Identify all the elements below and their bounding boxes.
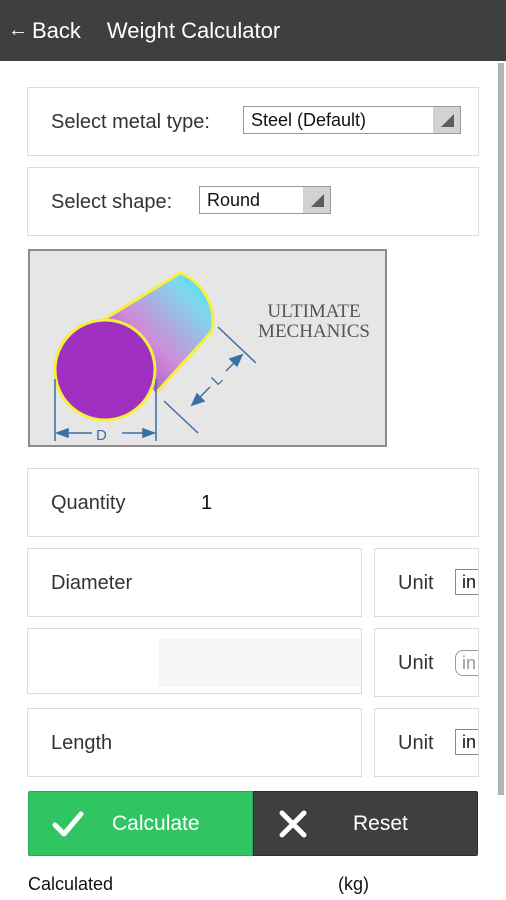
length-label: Length bbox=[51, 732, 113, 754]
secondary-unit-select[interactable]: in bbox=[455, 650, 478, 676]
shape-illustration: D L ULTIMATE MECHANICS bbox=[28, 249, 387, 447]
secondary-dimension-row bbox=[27, 628, 362, 694]
reset-button[interactable]: Reset bbox=[253, 791, 478, 856]
calculate-button[interactable]: Calculate bbox=[28, 791, 253, 856]
dim-diameter-label: D bbox=[96, 427, 107, 444]
result-unit: (kg) bbox=[338, 874, 369, 894]
diameter-unit-row: Unit in bbox=[374, 548, 479, 617]
length-input[interactable] bbox=[158, 714, 356, 771]
length-unit-select[interactable]: in bbox=[455, 729, 478, 755]
diameter-input[interactable] bbox=[158, 554, 356, 611]
round-bar-diagram: D L ULTIMATE MECHANICS bbox=[53, 271, 370, 444]
arrow-left-icon: ← bbox=[8, 19, 28, 41]
dropdown-arrow-icon bbox=[433, 107, 460, 133]
calculate-label: Calculate bbox=[112, 811, 200, 835]
diameter-unit-label: Unit bbox=[398, 572, 434, 594]
dim-length-label: L bbox=[208, 371, 226, 389]
result-label: Calculated bbox=[28, 874, 114, 894]
app-header: ← Back Weight Calculator bbox=[0, 0, 506, 61]
metal-type-label: Select metal type: bbox=[51, 111, 210, 133]
secondary-unit-label: Unit bbox=[398, 652, 434, 674]
reset-label: Reset bbox=[353, 811, 408, 835]
cylinder-body bbox=[53, 271, 215, 422]
metal-type-row: Select metal type: Steel (Default) bbox=[27, 87, 479, 156]
close-icon bbox=[279, 810, 307, 838]
brand-line1: ULTIMATE bbox=[267, 301, 360, 322]
length-unit-row: Unit in bbox=[374, 708, 479, 777]
shape-row: Select shape: Round bbox=[27, 167, 479, 236]
metal-type-select[interactable]: Steel (Default) bbox=[243, 106, 461, 134]
shape-label: Select shape: bbox=[51, 191, 173, 213]
secondary-unit-row: Unit in bbox=[374, 628, 479, 697]
dropdown-arrow-icon bbox=[303, 187, 330, 213]
page-title: Weight Calculator bbox=[106, 17, 281, 43]
brand-line2: MECHANICS bbox=[258, 321, 370, 342]
metal-type-value: Steel (Default) bbox=[251, 109, 367, 130]
length-unit-label: Unit bbox=[398, 732, 434, 754]
scrollbar[interactable] bbox=[498, 63, 504, 795]
shape-value: Round bbox=[207, 189, 261, 210]
quantity-input[interactable]: 1 bbox=[201, 492, 212, 515]
quantity-label: Quantity bbox=[51, 492, 126, 514]
checkmark-icon bbox=[52, 811, 84, 837]
diameter-label: Diameter bbox=[51, 572, 133, 594]
back-label: Back bbox=[32, 17, 81, 43]
length-field-row: Length bbox=[27, 708, 362, 777]
back-button[interactable]: ← Back bbox=[8, 18, 81, 44]
quantity-row: Quantity 1 bbox=[27, 468, 479, 537]
shape-select[interactable]: Round bbox=[199, 186, 331, 214]
diameter-unit-select[interactable]: in bbox=[455, 569, 478, 595]
secondary-dimension-input[interactable] bbox=[159, 639, 361, 687]
diameter-field-row: Diameter bbox=[27, 548, 362, 617]
